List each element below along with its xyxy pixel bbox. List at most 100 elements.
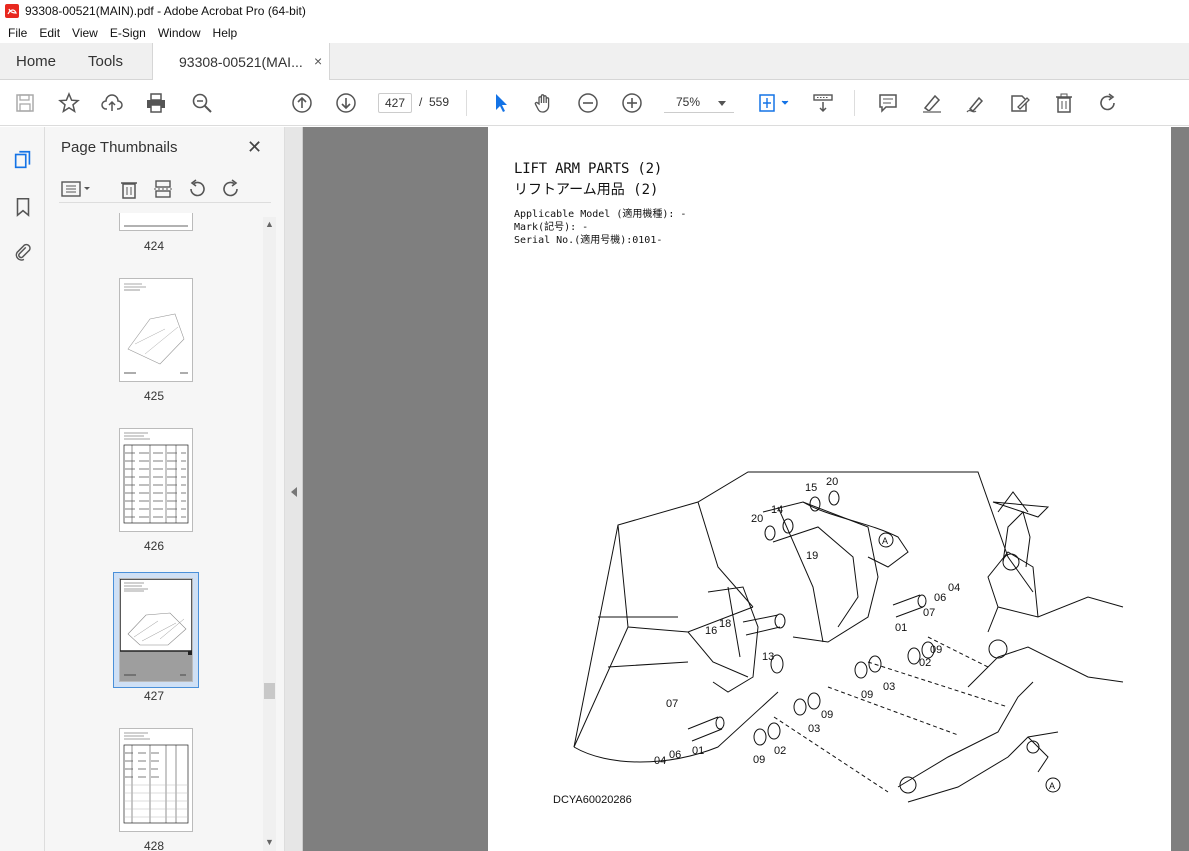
thumbnail-label: 424 bbox=[143, 239, 165, 253]
thumbnail-label: 427 bbox=[143, 689, 165, 703]
thumbnail-page-428[interactable] bbox=[119, 728, 193, 832]
tab-document-label: 93308-00521(MAI... bbox=[179, 54, 303, 70]
collapse-arrow-icon bbox=[291, 487, 297, 497]
callout-18: 18 bbox=[719, 618, 731, 630]
comment-icon[interactable] bbox=[876, 92, 900, 114]
menu-bar: File Edit View E-Sign Window Help bbox=[0, 22, 1189, 43]
tab-home[interactable]: Home bbox=[16, 53, 56, 70]
attachments-icon[interactable] bbox=[11, 240, 35, 264]
tab-bar: Home Tools 93308-00521(MAI... × bbox=[0, 43, 1189, 81]
serial-number: Serial No.(適用号機):0101- bbox=[514, 235, 663, 246]
thumbnail-label: 428 bbox=[143, 839, 165, 851]
drawing-code: DCYA60020286 bbox=[553, 794, 632, 806]
page-number-input[interactable]: 427 bbox=[378, 93, 412, 113]
scroll-thumb[interactable] bbox=[264, 683, 275, 699]
rotate-left-icon[interactable] bbox=[185, 177, 209, 201]
next-page-icon[interactable] bbox=[334, 92, 358, 114]
hand-tool-icon[interactable] bbox=[532, 92, 556, 114]
redo-icon[interactable] bbox=[1096, 92, 1120, 114]
page-fit-icon[interactable] bbox=[756, 92, 792, 114]
callout-02: 02 bbox=[919, 657, 931, 669]
delete-page-icon[interactable] bbox=[117, 177, 141, 201]
menu-esign[interactable]: E-Sign bbox=[104, 26, 152, 40]
callout-19: 19 bbox=[806, 550, 818, 562]
callout-01: 01 bbox=[895, 622, 907, 634]
menu-help[interactable]: Help bbox=[207, 26, 244, 40]
zoom-search-icon[interactable] bbox=[190, 92, 214, 114]
page-title: LIFT ARM PARTS (2) bbox=[514, 161, 663, 177]
sign-pen-icon[interactable] bbox=[964, 92, 988, 114]
thumbnail-list: 424 425 426 427 428 bbox=[45, 213, 263, 851]
callout-15: 15 bbox=[805, 482, 817, 494]
tab-tools[interactable]: Tools bbox=[88, 53, 123, 70]
delete-icon[interactable] bbox=[1052, 92, 1076, 114]
thumbnail-label: 426 bbox=[143, 539, 165, 553]
title-bar: 93308-00521(MAIN).pdf - Adobe Acrobat Pr… bbox=[0, 0, 1189, 22]
bookmark-star-icon[interactable] bbox=[57, 92, 81, 114]
tab-close-icon[interactable]: × bbox=[314, 53, 322, 69]
chevron-down-icon bbox=[718, 101, 726, 106]
zoom-level-dropdown[interactable]: 75% bbox=[664, 93, 734, 113]
upload-cloud-icon[interactable] bbox=[100, 92, 124, 114]
acrobat-logo-icon bbox=[5, 4, 19, 18]
thumbnail-page-426[interactable] bbox=[119, 428, 193, 532]
thumbnail-scrollbar[interactable]: ▲ ▼ bbox=[263, 217, 276, 851]
panel-title: Page Thumbnails bbox=[61, 139, 178, 156]
scroll-up-icon[interactable]: ▲ bbox=[265, 219, 274, 229]
menu-window[interactable]: Window bbox=[152, 26, 207, 40]
callout-20: 20 bbox=[826, 476, 838, 488]
callout-16: 16 bbox=[705, 625, 717, 637]
page-thumbnails-icon[interactable] bbox=[11, 148, 35, 172]
callout-A: A bbox=[1049, 781, 1055, 791]
thumbnail-page-424[interactable] bbox=[119, 213, 193, 231]
highlight-pen-icon[interactable] bbox=[920, 92, 944, 114]
save-icon[interactable] bbox=[13, 92, 37, 114]
menu-file[interactable]: File bbox=[0, 26, 33, 40]
callout-09: 09 bbox=[753, 754, 765, 766]
print-icon[interactable] bbox=[144, 92, 168, 114]
callout-03: 03 bbox=[883, 681, 895, 693]
panel-collapse-handle[interactable] bbox=[285, 127, 303, 851]
zoom-value: 75% bbox=[676, 95, 701, 109]
callout-03: 03 bbox=[808, 723, 820, 735]
diagram-callouts: 20 15 14 20 19 A 04 06 07 01 16 18 13 09… bbox=[654, 476, 1055, 791]
menu-view[interactable]: View bbox=[66, 26, 104, 40]
thumbnail-label: 425 bbox=[143, 389, 165, 403]
document-canvas[interactable]: LIFT ARM PARTS (2) リフトアーム用品 (2) Applicab… bbox=[303, 127, 1189, 851]
toolbar-divider bbox=[466, 90, 467, 116]
menu-edit[interactable]: Edit bbox=[33, 26, 66, 40]
callout-09: 09 bbox=[930, 644, 942, 656]
callout-04: 04 bbox=[654, 755, 666, 767]
bookmarks-icon[interactable] bbox=[11, 195, 35, 219]
parts-exploded-diagram: 20 15 14 20 19 A 04 06 07 01 16 18 13 09… bbox=[573, 471, 1124, 803]
left-navigation-rail bbox=[0, 127, 45, 851]
thumbnail-page-425[interactable] bbox=[119, 278, 193, 382]
tab-document[interactable]: 93308-00521(MAI... × bbox=[152, 43, 330, 81]
scroll-mode-icon[interactable] bbox=[811, 92, 835, 114]
scroll-down-icon[interactable]: ▼ bbox=[265, 837, 274, 847]
thumbnail-toolbar bbox=[59, 177, 271, 203]
pdf-page: LIFT ARM PARTS (2) リフトアーム用品 (2) Applicab… bbox=[488, 127, 1171, 851]
select-cursor-icon[interactable] bbox=[489, 92, 513, 114]
zoom-out-icon[interactable] bbox=[576, 92, 600, 114]
zoom-in-icon[interactable] bbox=[620, 92, 644, 114]
callout-09: 09 bbox=[861, 689, 873, 701]
split-pages-icon[interactable] bbox=[151, 177, 175, 201]
fill-sign-icon[interactable] bbox=[1008, 92, 1032, 114]
callout-20: 20 bbox=[751, 513, 763, 525]
toolbar-divider bbox=[854, 90, 855, 116]
page-separator: / bbox=[419, 95, 423, 109]
callout-01: 01 bbox=[692, 745, 704, 757]
callout-06: 06 bbox=[669, 749, 681, 761]
callout-09: 09 bbox=[821, 709, 833, 721]
options-menu-icon[interactable] bbox=[59, 177, 93, 201]
page-total: 559 bbox=[429, 95, 450, 109]
callout-14: 14 bbox=[771, 504, 783, 516]
rotate-right-icon[interactable] bbox=[219, 177, 243, 201]
previous-page-icon[interactable] bbox=[290, 92, 314, 114]
close-icon[interactable]: ✕ bbox=[247, 137, 262, 158]
main-toolbar: 427 / 559 75% bbox=[0, 80, 1189, 126]
thumbnail-page-427[interactable] bbox=[119, 578, 193, 682]
callout-02: 02 bbox=[774, 745, 786, 757]
callout-A: A bbox=[882, 536, 888, 546]
